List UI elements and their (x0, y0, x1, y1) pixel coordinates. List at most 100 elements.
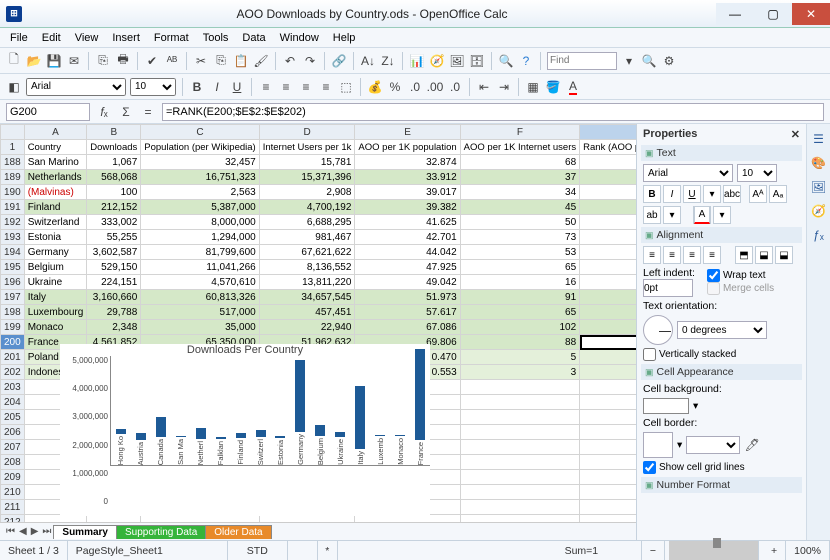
col-header[interactable]: F (460, 125, 579, 140)
sort-desc-icon[interactable]: Z↓ (380, 53, 396, 69)
cell[interactable]: 8,000,000 (141, 215, 259, 230)
cell[interactable]: Germany (24, 245, 87, 260)
cell[interactable]: 44,291,729 (259, 365, 355, 380)
cell[interactable] (87, 455, 141, 470)
cell[interactable] (87, 515, 141, 523)
row-header[interactable]: 194 (1, 245, 25, 260)
cell[interactable] (580, 470, 636, 485)
cell[interactable]: 3 (580, 305, 636, 320)
cell[interactable]: 212,152 (87, 200, 141, 215)
menu-help[interactable]: Help (327, 30, 362, 46)
status-sheet[interactable]: Sheet 1 / 3 (0, 541, 68, 560)
cell[interactable] (355, 455, 460, 470)
spreadsheet-area[interactable]: A B C D E F G H I J 1 Country Downloads … (0, 124, 636, 540)
select-all-corner[interactable] (1, 125, 25, 140)
cell[interactable]: 1,294,000 (141, 230, 259, 245)
cell[interactable]: 6,688,295 (259, 215, 355, 230)
cell[interactable]: 6 (580, 260, 636, 275)
cell[interactable]: 568,068 (87, 170, 141, 185)
row-header[interactable]: 208 (1, 455, 25, 470)
cell[interactable] (580, 485, 636, 500)
prop-highlight-icon[interactable]: ab (643, 206, 661, 224)
cell[interactable] (24, 380, 87, 395)
row-header[interactable]: 212 (1, 515, 25, 523)
cell[interactable] (259, 470, 355, 485)
cell[interactable]: San Marino (24, 155, 87, 170)
cell[interactable] (259, 485, 355, 500)
row-header[interactable]: 206 (1, 425, 25, 440)
cell[interactable]: Finland (24, 200, 87, 215)
cell[interactable]: 33.912 (355, 170, 460, 185)
align-justify-icon[interactable]: ≡ (318, 79, 334, 95)
merge-cells-icon[interactable]: ⬚ (338, 79, 354, 95)
valign-top-icon[interactable]: ⬒ (735, 246, 753, 264)
row-header[interactable]: 200 (1, 335, 25, 350)
cell[interactable]: 0.470 (355, 350, 460, 365)
orientation-select[interactable]: 0 degrees (677, 321, 767, 339)
cell[interactable] (460, 395, 579, 410)
italic-icon[interactable]: I (209, 79, 225, 95)
cell[interactable]: 16,751,323 (141, 170, 259, 185)
cut-icon[interactable]: ✂ (193, 53, 209, 69)
cell[interactable]: 65,350,000 (141, 335, 259, 350)
row-header[interactable]: 190 (1, 185, 25, 200)
cell[interactable]: 4 (580, 290, 636, 305)
cell[interactable] (460, 470, 579, 485)
row-header[interactable]: 209 (1, 470, 25, 485)
prop-italic-icon[interactable]: I (663, 185, 681, 203)
cell[interactable]: Internet Users per 1k (259, 140, 355, 155)
cell[interactable]: Switzerland (24, 215, 87, 230)
cell[interactable] (87, 425, 141, 440)
cell[interactable] (141, 455, 259, 470)
cell[interactable]: 51,962,632 (259, 335, 355, 350)
open-icon[interactable]: 📂 (26, 53, 42, 69)
status-sum[interactable]: Sum=1 (522, 541, 642, 560)
cell[interactable]: AOO per 1K population (355, 140, 460, 155)
cell[interactable]: 24,940,902 (259, 350, 355, 365)
cell[interactable] (87, 395, 141, 410)
section-number-format[interactable]: Number Format (641, 477, 802, 493)
cell[interactable] (87, 485, 141, 500)
align-right-icon[interactable]: ≡ (298, 79, 314, 95)
redo-icon[interactable]: ↷ (302, 53, 318, 69)
cell[interactable]: 3 (460, 365, 579, 380)
cell[interactable] (87, 410, 141, 425)
cell[interactable]: 57.617 (355, 305, 460, 320)
menu-format[interactable]: Format (148, 30, 195, 46)
prop-bold-icon[interactable]: B (643, 185, 661, 203)
font-size-select[interactable]: 10 (130, 78, 176, 96)
function-wizard-icon[interactable]: fₓ (96, 104, 112, 120)
cell[interactable] (24, 395, 87, 410)
new-icon[interactable]: 🗋 (6, 53, 22, 69)
col-header[interactable]: B (87, 125, 141, 140)
cell[interactable]: 133 (580, 350, 636, 365)
halign-left-icon[interactable]: ≡ (643, 246, 661, 264)
cell[interactable]: 4,570,610 (141, 275, 259, 290)
spreadsheet-grid[interactable]: A B C D E F G H I J 1 Country Downloads … (0, 124, 636, 522)
save-icon[interactable]: 💾 (46, 53, 62, 69)
cell[interactable]: 42.701 (355, 230, 460, 245)
gallery-icon[interactable]: 🖼 (449, 53, 465, 69)
align-left-icon[interactable]: ≡ (258, 79, 274, 95)
row-header[interactable]: 193 (1, 230, 25, 245)
cell[interactable] (460, 425, 579, 440)
cell[interactable] (460, 500, 579, 515)
cell[interactable]: (Malvinas) (24, 185, 87, 200)
cell[interactable] (580, 500, 636, 515)
cell[interactable] (580, 515, 636, 523)
cell[interactable]: 65 (460, 260, 579, 275)
cell[interactable]: 224,151 (87, 275, 141, 290)
cell[interactable]: 65 (460, 305, 579, 320)
col-header[interactable]: G (580, 125, 636, 140)
zoom-slider[interactable] (669, 541, 759, 560)
wrap-text-checkbox[interactable] (707, 269, 720, 282)
cell[interactable] (580, 425, 636, 440)
section-cell-appearance[interactable]: Cell Appearance (641, 364, 802, 380)
hyperlink-icon[interactable]: 🔗 (331, 53, 347, 69)
cell[interactable]: 4,700,192 (259, 200, 355, 215)
cell[interactable]: 38,216,000 (141, 350, 259, 365)
font-name-select[interactable]: Arial (26, 78, 126, 96)
row-header[interactable]: 192 (1, 215, 25, 230)
cell[interactable]: 67.086 (355, 320, 460, 335)
zoom-icon[interactable]: 🔍 (498, 53, 514, 69)
